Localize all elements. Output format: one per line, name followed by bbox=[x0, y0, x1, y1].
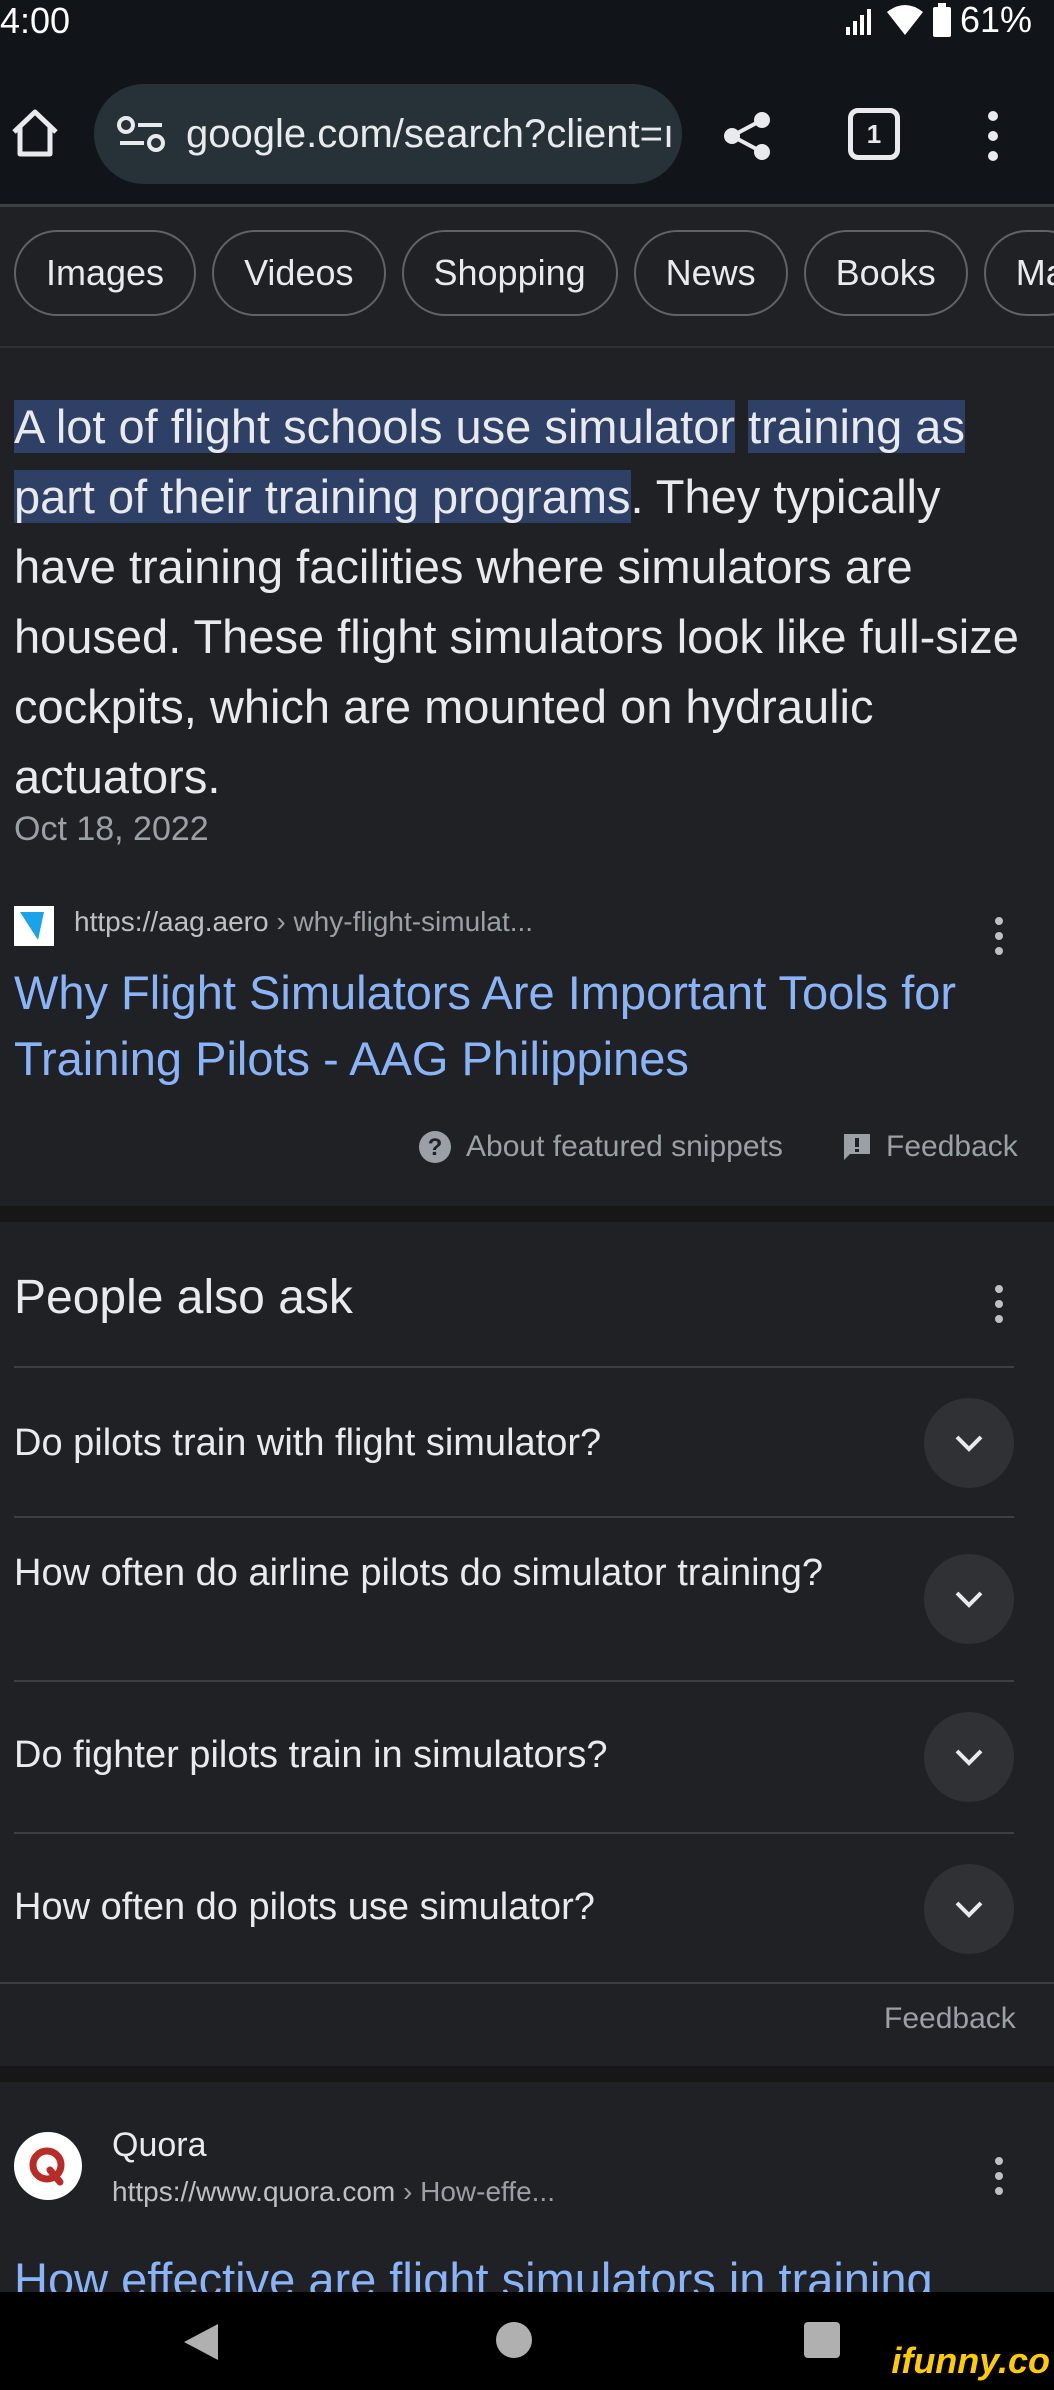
chevron-down-icon bbox=[955, 1591, 983, 1608]
address-bar[interactable]: google.com/search?client=ı bbox=[94, 84, 682, 184]
about-snippets-label: About featured snippets bbox=[466, 1130, 783, 1163]
paa-feedback-link[interactable]: Feedback bbox=[884, 2002, 1016, 2036]
back-triangle-icon[interactable] bbox=[182, 2322, 220, 2362]
expand-button[interactable] bbox=[924, 1712, 1014, 1802]
result-site-name[interactable]: Quora bbox=[112, 2126, 207, 2165]
battery-level: 61% bbox=[959, 0, 1032, 40]
aag-favicon bbox=[14, 906, 54, 946]
home-circle-icon[interactable] bbox=[496, 2322, 532, 2358]
chevron-down-icon bbox=[955, 1435, 983, 1452]
url-text[interactable]: google.com/search?client=ı bbox=[186, 112, 674, 157]
svg-text:?: ? bbox=[428, 1134, 443, 1161]
paa-question[interactable]: Do pilots train with flight simulator? bbox=[14, 1366, 1014, 1518]
section-separator bbox=[0, 1206, 1054, 1222]
paa-question-text: Do pilots train with flight simulator? bbox=[14, 1422, 602, 1464]
more-vert-icon[interactable] bbox=[994, 916, 1004, 956]
chip-maps[interactable]: Map bbox=[983, 230, 1054, 316]
result-url-path: › How-effe... bbox=[395, 2176, 555, 2207]
snippet-result-title[interactable]: Why Flight Simulators Are Important Tool… bbox=[14, 960, 1024, 1092]
chip-books[interactable]: Books bbox=[803, 230, 968, 316]
chip-news[interactable]: News bbox=[633, 230, 788, 316]
source-url-domain: https://aag.aero bbox=[74, 906, 269, 937]
expand-button[interactable] bbox=[924, 1554, 1014, 1644]
tune-icon[interactable] bbox=[116, 114, 172, 154]
help-circle-icon: ? bbox=[419, 1131, 451, 1163]
battery-icon bbox=[932, 3, 951, 37]
about-featured-snippets-link[interactable]: ? About featured snippets bbox=[418, 1130, 783, 1164]
featured-snippet-text: A lot of flight schools use simulator tr… bbox=[14, 392, 1034, 812]
feedback-icon bbox=[844, 1134, 870, 1160]
expand-button[interactable] bbox=[924, 1864, 1014, 1954]
chip-videos[interactable]: Videos bbox=[212, 230, 386, 316]
section-separator bbox=[0, 2066, 1054, 2082]
snippet-date: Oct 18, 2022 bbox=[14, 810, 209, 848]
chip-images[interactable]: Images bbox=[14, 230, 197, 316]
paa-question[interactable]: How often do pilots use simulator? bbox=[14, 1832, 1014, 1984]
recents-square-icon[interactable] bbox=[804, 2322, 840, 2358]
source-url[interactable]: https://aag.aero › why-flight-simulat... bbox=[74, 906, 533, 938]
paa-question-text: How often do airline pilots do simulator… bbox=[14, 1552, 823, 1594]
paa-question-text: Do fighter pilots train in simulators? bbox=[14, 1734, 608, 1776]
result-title[interactable]: How effective are flight simulators in t… bbox=[14, 2250, 1044, 2294]
search-filter-chips: Images Videos Shopping News Books Map bbox=[14, 230, 1054, 320]
more-vert-icon[interactable] bbox=[994, 1284, 1004, 1324]
result-url-domain: https://www.quora.com bbox=[112, 2176, 396, 2207]
more-vert-icon[interactable] bbox=[978, 108, 1008, 164]
system-navigation-bar: ifunny.co bbox=[0, 2292, 1054, 2390]
snippet-highlight: A lot of flight schools use simulator bbox=[14, 400, 736, 453]
source-url-path: › why-flight-simulat... bbox=[268, 906, 534, 937]
quora-logo-icon bbox=[29, 2147, 65, 2186]
browser-toolbar: google.com/search?client=ı 1 bbox=[0, 66, 1054, 207]
divider bbox=[0, 346, 1054, 348]
people-also-ask-title: People also ask bbox=[14, 1271, 353, 1324]
signal-icon bbox=[845, 9, 871, 35]
chip-shopping[interactable]: Shopping bbox=[401, 230, 618, 316]
divider bbox=[0, 1982, 1054, 1984]
quora-favicon bbox=[14, 2132, 82, 2200]
paa-question-text: How often do pilots use simulator? bbox=[14, 1886, 595, 1928]
snippet-feedback-link[interactable]: Feedback bbox=[842, 1130, 1018, 1164]
home-icon[interactable] bbox=[8, 106, 62, 160]
watermark: ifunny.co bbox=[891, 2340, 1050, 2381]
tab-switcher-button[interactable]: 1 bbox=[848, 108, 900, 160]
paa-question[interactable]: Do fighter pilots train in simulators? bbox=[14, 1680, 1014, 1834]
status-bar: 4:00 61% bbox=[0, 0, 1054, 66]
more-vert-icon[interactable] bbox=[994, 2156, 1004, 2196]
chevron-down-icon bbox=[955, 1901, 983, 1918]
feedback-label: Feedback bbox=[886, 1130, 1018, 1163]
result-url[interactable]: https://www.quora.com › How-effe... bbox=[112, 2176, 555, 2208]
expand-button[interactable] bbox=[924, 1398, 1014, 1488]
paa-question[interactable]: How often do airline pilots do simulator… bbox=[14, 1516, 1014, 1684]
chevron-down-icon bbox=[955, 1749, 983, 1766]
share-icon[interactable] bbox=[722, 110, 774, 162]
wifi-icon bbox=[886, 5, 923, 35]
status-icons: 61% bbox=[844, 0, 1032, 40]
status-time: 4:00 bbox=[0, 0, 71, 41]
